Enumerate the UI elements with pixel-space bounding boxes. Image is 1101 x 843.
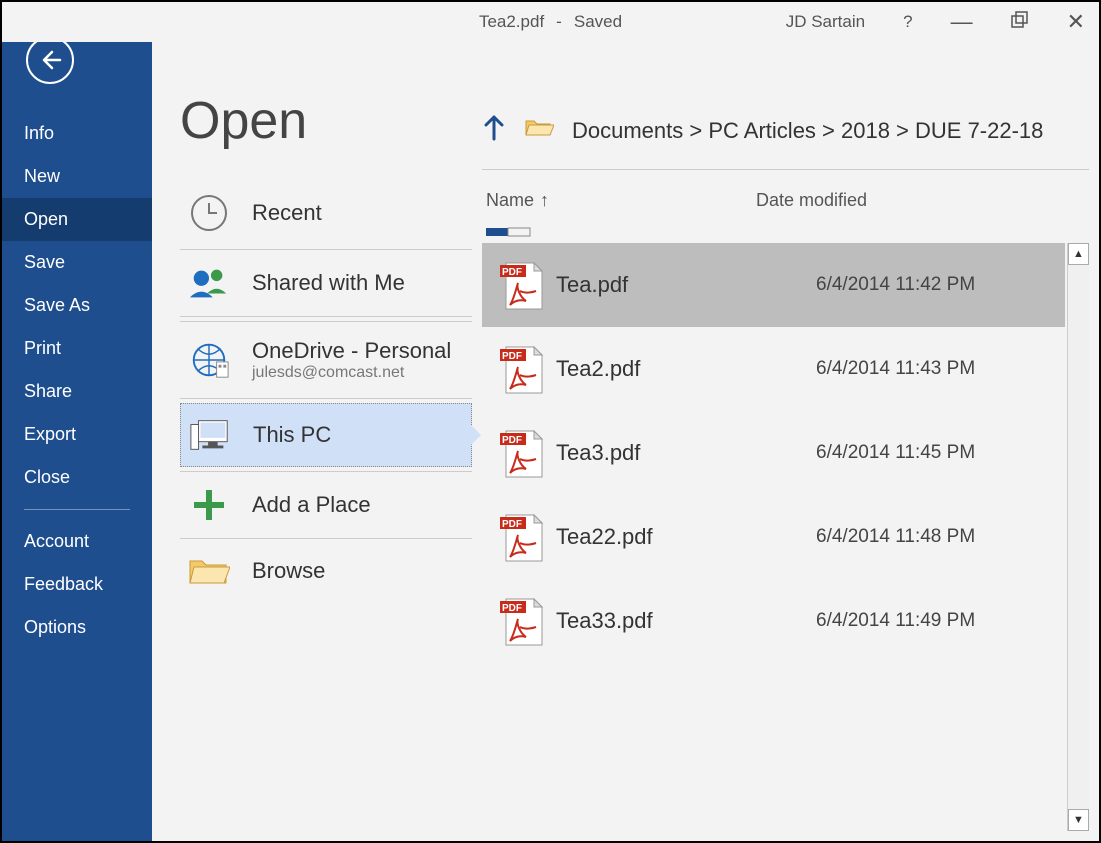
file-row[interactable]: PDF Tea2.pdf6/4/2014 11:43 PM: [482, 327, 1065, 411]
plus-icon: [188, 488, 230, 522]
column-headers: Name ↑ Date modified: [482, 170, 1089, 221]
sidebar-item-account[interactable]: Account: [2, 520, 152, 563]
column-name[interactable]: Name: [486, 190, 534, 211]
title-filename: Tea2.pdf: [479, 12, 544, 32]
file-row[interactable]: PDF Tea33.pdf6/4/2014 11:49 PM: [482, 579, 1065, 663]
scroll-up-button[interactable]: ▲: [1068, 243, 1089, 265]
file-list: PDFTea.pdf6/4/2014 11:42 PMPDFTea2.pdf6/…: [482, 243, 1089, 831]
svg-text:PDF: PDF: [502, 519, 522, 530]
sidebar-item-info[interactable]: Info: [2, 112, 152, 155]
sidebar-item-close[interactable]: Close: [2, 456, 152, 499]
sort-asc-icon[interactable]: ↑: [540, 190, 549, 211]
file-name: Tea2.pdf: [556, 356, 816, 382]
file-date: 6/4/2014 11:45 PM: [816, 442, 1055, 464]
minimize-icon[interactable]: —: [951, 9, 973, 35]
user-name[interactable]: JD Sartain: [786, 12, 865, 32]
location-label: Recent: [252, 200, 322, 226]
file-name: Tea3.pdf: [556, 440, 816, 466]
location-label: OneDrive - Personal: [252, 338, 451, 364]
folder-icon: [188, 555, 230, 587]
location-label: Add a Place: [252, 492, 371, 518]
breadcrumb-path[interactable]: Documents > PC Articles > 2018 > DUE 7-2…: [572, 118, 1043, 144]
sidebar-item-feedback[interactable]: Feedback: [2, 563, 152, 606]
pdf-icon: PDF: [486, 509, 556, 565]
sidebar-item-share[interactable]: Share: [2, 370, 152, 413]
file-date: 6/4/2014 11:42 PM: [816, 274, 1055, 296]
location-label: Browse: [252, 558, 325, 584]
back-button[interactable]: [26, 36, 74, 84]
location-recent[interactable]: Recent: [180, 181, 472, 245]
sidebar-item-options[interactable]: Options: [2, 606, 152, 649]
svg-text:PDF: PDF: [502, 435, 522, 446]
sidebar-item-save-as[interactable]: Save As: [2, 284, 152, 327]
location-shared[interactable]: Shared with Me: [180, 254, 472, 312]
pdf-icon: PDF: [486, 341, 556, 397]
sidebar-item-new[interactable]: New: [2, 155, 152, 198]
sidebar-item-open[interactable]: Open: [2, 198, 152, 241]
column-date[interactable]: Date modified: [756, 190, 1079, 211]
svg-text:PDF: PDF: [502, 351, 522, 362]
location-browse[interactable]: Browse: [180, 543, 472, 599]
back-arrow-icon: [38, 48, 62, 72]
folder-open-icon: [524, 117, 554, 145]
file-name: Tea.pdf: [556, 272, 816, 298]
onedrive-icon: [188, 340, 230, 380]
location-label: This PC: [253, 422, 331, 448]
sidebar-divider: [24, 509, 130, 510]
pin-icon: [482, 225, 1089, 243]
people-icon: [188, 266, 230, 300]
pc-icon: [189, 416, 231, 454]
scroll-down-button[interactable]: ▼: [1068, 809, 1089, 831]
page-title: Open: [180, 91, 472, 151]
sidebar-item-save[interactable]: Save: [2, 241, 152, 284]
location-sublabel: julesds@comcast.net: [252, 364, 451, 382]
file-name: Tea33.pdf: [556, 608, 816, 634]
location-onedrive[interactable]: OneDrive - Personaljulesds@comcast.net: [180, 326, 472, 394]
help-icon[interactable]: ?: [903, 12, 912, 32]
scrollbar[interactable]: ▲ ▼: [1067, 243, 1089, 831]
file-row[interactable]: PDF Tea22.pdf6/4/2014 11:48 PM: [482, 495, 1065, 579]
close-icon[interactable]: ✕: [1067, 9, 1085, 35]
location-label: Shared with Me: [252, 270, 405, 296]
restore-icon[interactable]: [1011, 11, 1029, 34]
svg-text:PDF: PDF: [502, 603, 522, 614]
pdf-icon: PDF: [486, 257, 556, 313]
svg-text:PDF: PDF: [502, 267, 522, 278]
file-date: 6/4/2014 11:43 PM: [816, 358, 1055, 380]
file-row[interactable]: PDF Tea.pdf6/4/2014 11:42 PM: [482, 243, 1065, 327]
breadcrumb: Documents > PC Articles > 2018 > DUE 7-2…: [482, 115, 1089, 170]
backstage-sidebar: InfoNewOpenSaveSave AsPrintShareExportCl…: [2, 2, 152, 841]
file-date: 6/4/2014 11:48 PM: [816, 526, 1055, 548]
file-date: 6/4/2014 11:49 PM: [816, 610, 1055, 632]
location-addplace[interactable]: Add a Place: [180, 476, 472, 534]
file-row[interactable]: PDF Tea3.pdf6/4/2014 11:45 PM: [482, 411, 1065, 495]
pdf-icon: PDF: [486, 593, 556, 649]
location-thispc[interactable]: This PC: [180, 403, 472, 467]
clock-icon: [188, 193, 230, 233]
sidebar-item-export[interactable]: Export: [2, 413, 152, 456]
titlebar: Tea2.pdf - Saved JD Sartain ? — ✕: [2, 2, 1099, 42]
pdf-icon: PDF: [486, 425, 556, 481]
file-name: Tea22.pdf: [556, 524, 816, 550]
title-status: Saved: [574, 12, 622, 32]
up-arrow-icon[interactable]: [482, 115, 506, 147]
sidebar-item-print[interactable]: Print: [2, 327, 152, 370]
